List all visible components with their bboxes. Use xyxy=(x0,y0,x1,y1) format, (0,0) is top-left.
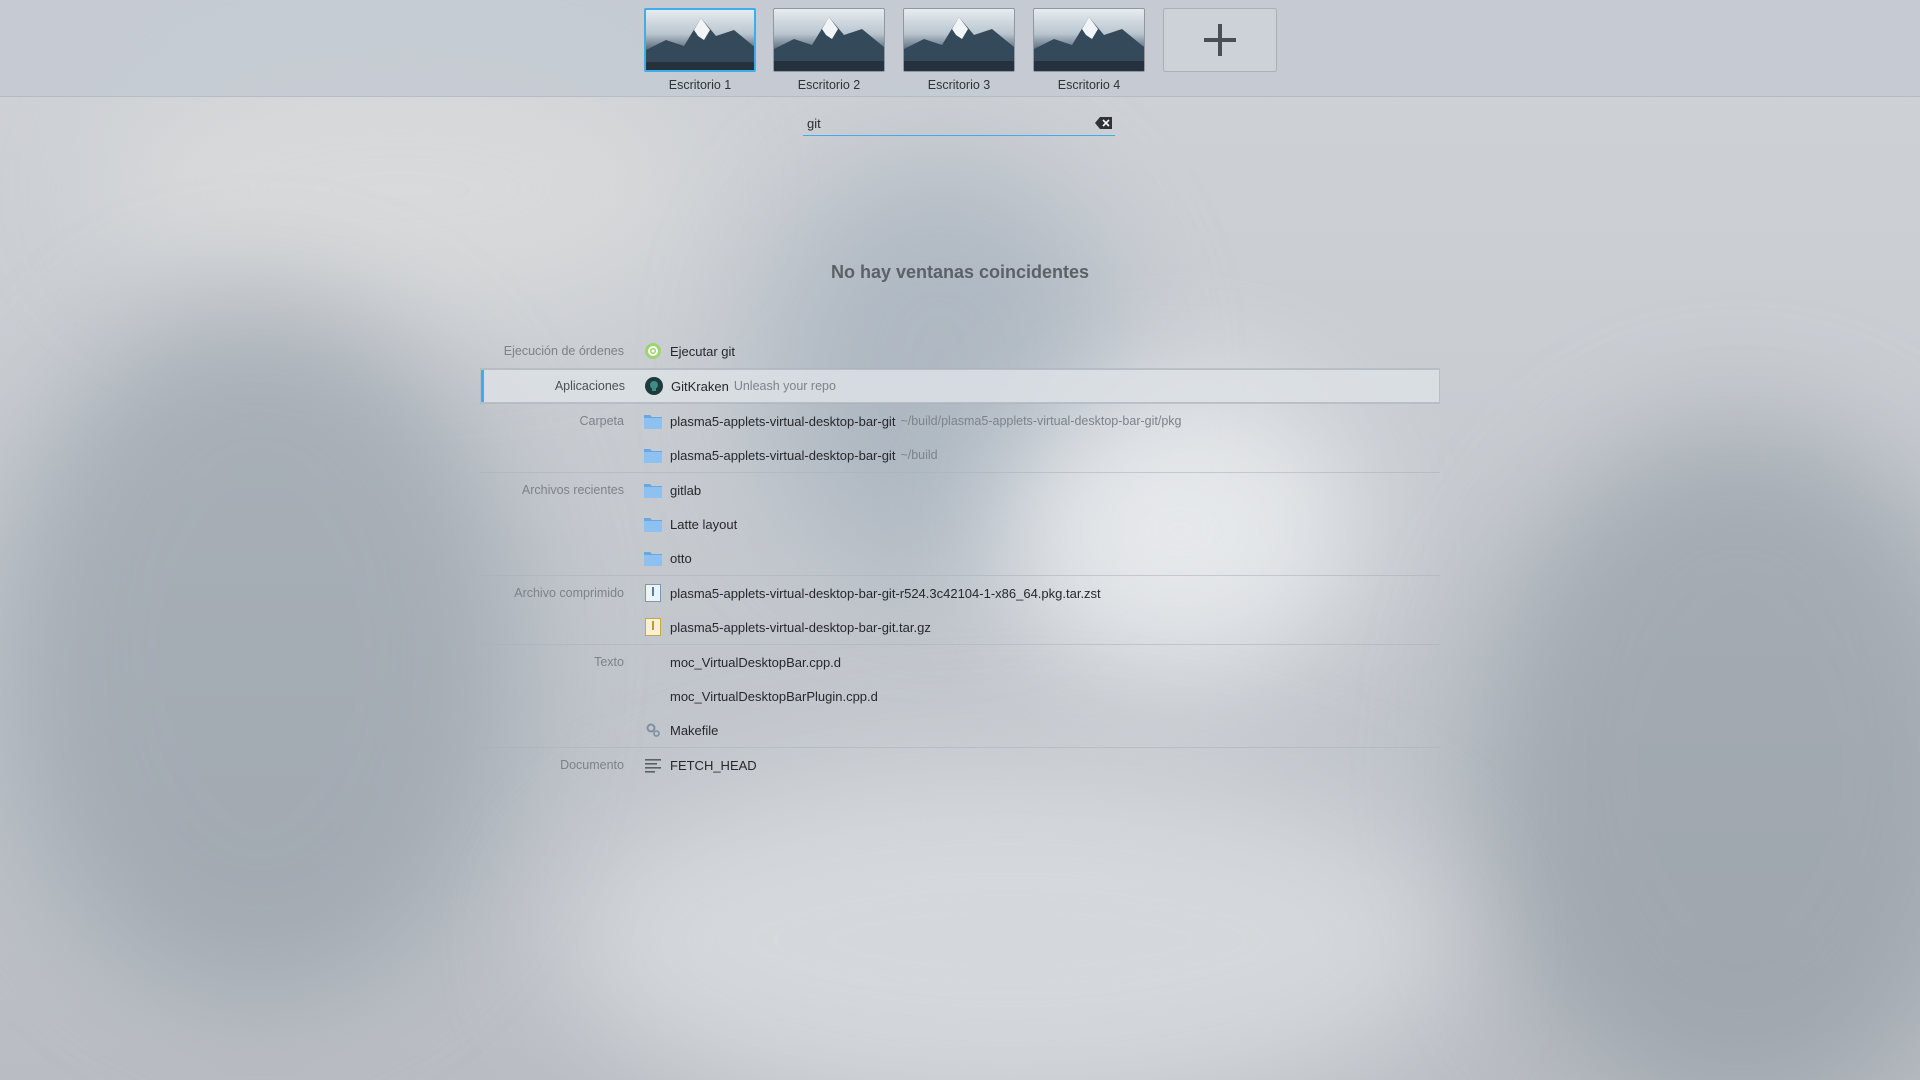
folder-icon xyxy=(644,446,662,464)
virtual-desktop-bar: Escritorio 1 Escritorio 2 Escritorio 3 E… xyxy=(0,0,1920,97)
result-subtitle: Unleash your repo xyxy=(733,379,836,393)
result-group: Carpeta plasma5-applets-virtual-desktop-b… xyxy=(480,403,1440,472)
result-title: Makefile xyxy=(670,722,719,738)
search-field[interactable] xyxy=(803,113,1115,136)
result-item[interactable]: otto xyxy=(480,541,1440,575)
result-item[interactable]: Carpeta plasma5-applets-virtual-desktop-b… xyxy=(480,404,1440,438)
result-item[interactable]: Archivos recientes gitlab xyxy=(480,473,1440,507)
result-title: moc_VirtualDesktopBarPlugin.cpp.d xyxy=(670,688,878,704)
gear-icon xyxy=(644,342,662,360)
result-item[interactable]: plasma5-applets-virtual-desktop-bar-git ~… xyxy=(480,438,1440,472)
makefile-gears-icon xyxy=(644,721,662,739)
result-group: Texto moc_VirtualDesktopBar.cpp.d moc_Virt… xyxy=(480,644,1440,747)
result-item[interactable]: Makefile xyxy=(480,713,1440,747)
blank-icon xyxy=(644,653,662,671)
plus-icon xyxy=(1204,24,1236,56)
folder-icon xyxy=(644,515,662,533)
result-item[interactable]: Texto moc_VirtualDesktopBar.cpp.d xyxy=(480,645,1440,679)
desktop-label: Escritorio 2 xyxy=(797,78,861,92)
archive-icon xyxy=(644,584,662,602)
search-results-list: Ejecución de órdenes Ejecutar git Aplicaci… xyxy=(480,334,1440,782)
result-title: Ejecutar git xyxy=(670,343,736,359)
search-input[interactable] xyxy=(803,113,1081,133)
result-category-label: Archivo comprimido xyxy=(514,586,624,600)
folder-icon xyxy=(644,412,662,430)
result-subtitle: ~/build xyxy=(900,448,938,462)
result-title: Latte layout xyxy=(670,516,738,532)
result-item[interactable]: Aplicaciones GitKraken Unleash your repo xyxy=(480,369,1440,403)
desktop-label: Escritorio 3 xyxy=(927,78,991,92)
no-matching-windows-message: No hay ventanas coincidentes xyxy=(830,262,1090,282)
result-title: plasma5-applets-virtual-desktop-bar-git xyxy=(670,413,896,429)
blank-icon xyxy=(644,687,662,705)
result-title: gitlab xyxy=(670,482,702,498)
desktop-thumbnail xyxy=(1033,8,1145,72)
desktop-thumbnail xyxy=(903,8,1015,72)
backspace-clear-icon[interactable] xyxy=(1095,116,1113,130)
result-group: Aplicaciones GitKraken Unleash your repo xyxy=(480,368,1440,403)
result-item[interactable]: moc_VirtualDesktopBarPlugin.cpp.d xyxy=(480,679,1440,713)
desktop-3[interactable]: Escritorio 3 xyxy=(903,8,1015,92)
desktop-2[interactable]: Escritorio 2 xyxy=(773,8,885,92)
desktop-1[interactable]: Escritorio 1 xyxy=(644,8,756,92)
result-category-label: Carpeta xyxy=(579,414,624,428)
folder-icon xyxy=(644,481,662,499)
result-category-label: Ejecución de órdenes xyxy=(503,344,624,358)
archive-yellow-icon xyxy=(644,618,662,636)
result-group: Documento FETCH_HEAD xyxy=(480,747,1440,782)
add-desktop-button[interactable] xyxy=(1163,8,1277,72)
desktop-label: Escritorio 1 xyxy=(668,78,732,92)
result-group: Ejecución de órdenes Ejecutar git xyxy=(480,334,1440,368)
desktop-label: Escritorio 4 xyxy=(1057,78,1121,92)
result-title: moc_VirtualDesktopBar.cpp.d xyxy=(670,654,842,670)
result-group: Archivos recientes gitlab Latte layout otto xyxy=(480,472,1440,575)
result-subtitle: ~/build/plasma5-applets-virtual-desktop-… xyxy=(900,414,1182,428)
result-title: plasma5-applets-virtual-desktop-bar-git xyxy=(670,447,896,463)
desktop-thumbnail xyxy=(773,8,885,72)
result-title: GitKraken xyxy=(671,378,729,394)
result-item[interactable]: Documento FETCH_HEAD xyxy=(480,748,1440,782)
result-item[interactable]: Latte layout xyxy=(480,507,1440,541)
result-category-label: Aplicaciones xyxy=(554,379,625,393)
result-item[interactable]: plasma5-applets-virtual-desktop-bar-git.… xyxy=(480,610,1440,644)
desktop-thumbnail xyxy=(644,8,756,72)
gitkraken-icon xyxy=(645,377,663,395)
result-title: plasma5-applets-virtual-desktop-bar-git-… xyxy=(670,585,1101,601)
result-title: FETCH_HEAD xyxy=(670,757,757,773)
result-category-label: Archivos recientes xyxy=(521,483,624,497)
result-group: Archivo comprimido plasma5-applets-virtua… xyxy=(480,575,1440,644)
result-item[interactable]: Archivo comprimido plasma5-applets-virtua… xyxy=(480,576,1440,610)
desktop-4[interactable]: Escritorio 4 xyxy=(1033,8,1145,92)
result-item[interactable]: Ejecución de órdenes Ejecutar git xyxy=(480,334,1440,368)
result-title: otto xyxy=(670,550,692,566)
text-document-icon xyxy=(644,756,662,774)
result-category-label: Texto xyxy=(594,655,624,669)
result-title: plasma5-applets-virtual-desktop-bar-git.… xyxy=(670,619,931,635)
folder-icon xyxy=(644,549,662,567)
result-category-label: Documento xyxy=(560,758,624,772)
